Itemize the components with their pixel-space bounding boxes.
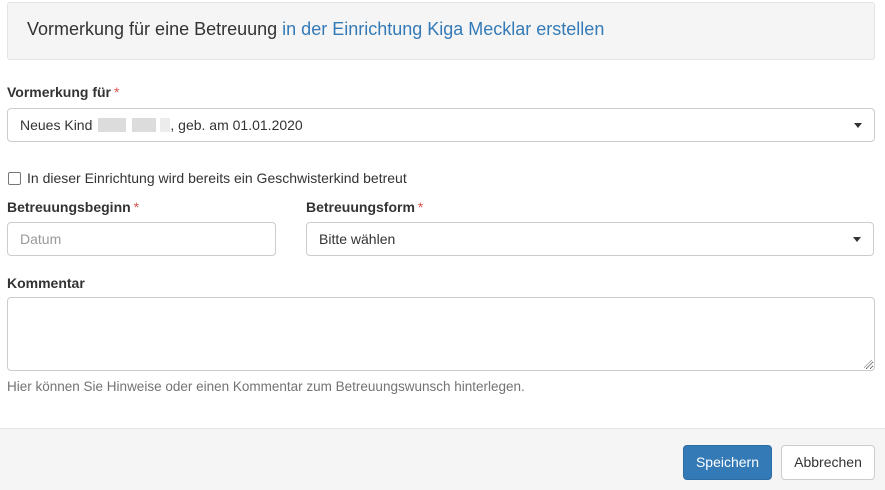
start-date-input[interactable] bbox=[7, 222, 276, 256]
vormerkung-fuer-label: Vormerkung für * bbox=[7, 84, 120, 100]
comment-textarea[interactable] bbox=[7, 297, 875, 371]
required-marker: * bbox=[113, 84, 120, 100]
sibling-checkbox-label[interactable]: In dieser Einrichtung wird bereits ein G… bbox=[27, 170, 407, 186]
comment-help-text: Hier können Sie Hinweise oder einen Komm… bbox=[7, 379, 525, 394]
sibling-checkbox[interactable] bbox=[8, 171, 21, 185]
required-marker: * bbox=[417, 199, 424, 215]
redacted-name-block bbox=[160, 118, 171, 132]
kommentar-label: Kommentar bbox=[7, 275, 85, 291]
betreuungsform-select[interactable]: Bitte wählen bbox=[306, 222, 874, 256]
modal-footer: Speichern Abbrechen bbox=[0, 428, 885, 490]
required-marker: * bbox=[133, 199, 140, 215]
comment-wrapper bbox=[7, 297, 875, 371]
child-select[interactable]: Neues Kind , geb. am 01.01.2020 bbox=[7, 108, 875, 142]
cancel-button[interactable]: Abbrechen bbox=[781, 445, 875, 480]
header-title-prefix: Vormerkung für eine Betreuung bbox=[27, 19, 278, 39]
betreuungsform-select-value: Bitte wählen bbox=[319, 231, 396, 247]
chevron-down-icon bbox=[853, 237, 861, 242]
child-select-suffix: , geb. am 01.01.2020 bbox=[170, 117, 303, 133]
redacted-name-block bbox=[132, 118, 157, 132]
chevron-down-icon bbox=[854, 123, 862, 128]
child-select-prefix: Neues Kind bbox=[20, 117, 93, 133]
betreuungsbeginn-label: Betreuungsbeginn * bbox=[7, 199, 140, 215]
betreuungsform-label: Betreuungsform * bbox=[306, 199, 424, 215]
redacted-name-block bbox=[98, 118, 127, 132]
resize-handle-icon[interactable] bbox=[864, 360, 872, 368]
header-title-facility: in der Einrichtung Kiga Mecklar erstelle… bbox=[282, 19, 605, 39]
save-button[interactable]: Speichern bbox=[683, 445, 772, 480]
sibling-checkbox-row[interactable]: In dieser Einrichtung wird bereits ein G… bbox=[8, 170, 407, 186]
modal-header: Vormerkung für eine Betreuung in der Ein… bbox=[7, 2, 875, 60]
